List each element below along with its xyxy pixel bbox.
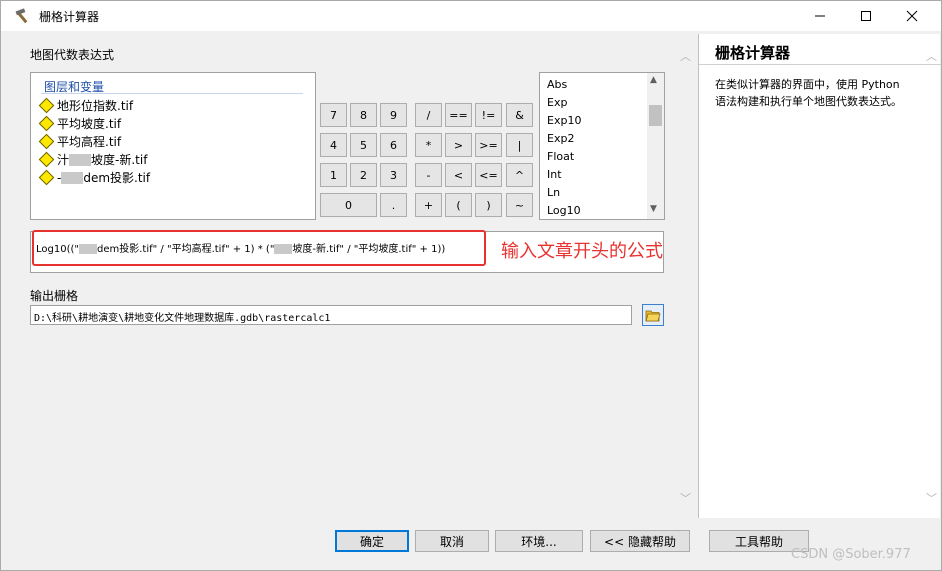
function-item[interactable]: Exp [547, 96, 567, 114]
key-1[interactable]: 1 [320, 163, 347, 187]
layer-item[interactable]: 地形位指数.tif [38, 97, 134, 114]
layer-label: dem投影.tif [83, 171, 151, 185]
key-less-equal[interactable]: <= [475, 163, 502, 187]
key-9[interactable]: 9 [380, 103, 407, 127]
layer-item[interactable]: 平均坡度.tif [38, 115, 122, 132]
redacted-text [274, 244, 293, 254]
redacted-text [61, 171, 84, 184]
key-and[interactable]: & [506, 103, 533, 127]
maximize-icon [861, 11, 871, 21]
raster-layer-icon [38, 151, 55, 168]
browse-button[interactable] [642, 304, 664, 326]
key-xor[interactable]: ^ [506, 163, 533, 187]
minimize-button[interactable] [797, 1, 843, 31]
redacted-text [69, 153, 92, 166]
parameters-panel: 地图代数表达式 图层和变量 地形位指数.tif 平均坡度.tif 平均高程.ti… [9, 34, 696, 518]
expression-text: Log10((" dem投影.tif" / "平均高程.tif" + 1) * (… [36, 240, 445, 255]
help-divider [699, 64, 941, 65]
function-item[interactable]: Exp10 [547, 114, 581, 132]
help-description: 在类似计算器的界面中，使用 Python 语法构建和执行单个地图代数表达式。 [715, 78, 902, 108]
layers-list[interactable]: 图层和变量 地形位指数.tif 平均坡度.tif 平均高程.tif 汁 坡度-新… [30, 72, 316, 220]
hide-help-button[interactable]: << 隐藏帮助 [590, 530, 690, 552]
raster-layer-icon [38, 169, 55, 186]
close-button[interactable] [889, 1, 935, 31]
key-not-equal[interactable]: != [475, 103, 502, 127]
help-title: 栅格计算器 [715, 44, 791, 62]
scrollbar-thumb[interactable] [649, 105, 662, 126]
layer-label: 平均高程.tif [57, 135, 122, 149]
watermark: CSDN @Sober.977 [791, 547, 911, 562]
layer-item[interactable]: 平均高程.tif [38, 133, 122, 150]
layer-label: 平均坡度.tif [57, 117, 122, 131]
close-icon [906, 10, 918, 22]
key-6[interactable]: 6 [380, 133, 407, 157]
scroll-down-icon[interactable]: ▼ [650, 204, 657, 214]
layer-item[interactable]: - dem投影.tif [38, 169, 151, 186]
layer-label-prefix: 汁 [57, 153, 70, 167]
expression-label: 地图代数表达式 [30, 48, 115, 62]
hammer-icon [15, 8, 28, 24]
output-raster-label: 输出栅格 [30, 289, 79, 303]
raster-calculator-window: 栅格计算器 地图代数表达式 图层和变量 地形位指数.tif 平均坡度.tif 平… [0, 0, 942, 571]
help-scrollbar[interactable]: ︿ ﹀ [921, 34, 939, 518]
annotation-text: 输入文章开头的公式 [501, 241, 663, 262]
layer-label: 地形位指数.tif [57, 99, 134, 113]
window-title: 栅格计算器 [39, 10, 100, 24]
cancel-button[interactable]: 取消 [415, 530, 489, 552]
key-plus[interactable]: + [415, 193, 442, 217]
key-equal[interactable]: == [445, 103, 472, 127]
raster-layer-icon [38, 133, 55, 150]
layers-divider [41, 93, 303, 94]
help-panel: 栅格计算器 在类似计算器的界面中，使用 Python 语法构建和执行单个地图代数… [698, 34, 941, 518]
scroll-down-icon[interactable]: ﹀ [680, 490, 691, 506]
key-close-paren[interactable]: ) [475, 193, 502, 217]
key-3[interactable]: 3 [380, 163, 407, 187]
ok-button[interactable]: 确定 [335, 530, 409, 552]
function-item[interactable]: Log10 [547, 204, 581, 222]
function-item[interactable]: Float [547, 150, 574, 168]
key-7[interactable]: 7 [320, 103, 347, 127]
function-item[interactable]: Ln [547, 186, 560, 204]
title-bar: 栅格计算器 [1, 1, 941, 31]
expression-part: 坡度-新.tif" / "平均坡度.tif" + 1)) [292, 244, 446, 255]
layer-item[interactable]: 汁 坡度-新.tif [38, 151, 148, 168]
function-list[interactable]: Abs Exp Exp10 Exp2 Float Int Ln Log10 ▲ … [539, 72, 665, 220]
key-divide[interactable]: / [415, 103, 442, 127]
expression-part: dem投影.tif" / "平均高程.tif" + 1) * (" [97, 244, 275, 255]
scroll-down-icon[interactable]: ﹀ [926, 490, 937, 506]
key-greater[interactable]: > [445, 133, 472, 157]
key-8[interactable]: 8 [350, 103, 377, 127]
environments-button[interactable]: 环境... [495, 530, 583, 552]
minimize-icon [815, 15, 825, 17]
layer-label: 坡度-新.tif [91, 153, 148, 167]
redacted-text [79, 244, 97, 254]
key-less[interactable]: < [445, 163, 472, 187]
raster-layer-icon [38, 97, 55, 114]
panel-scrollbar[interactable]: ︿ ﹀ [675, 34, 695, 518]
key-2[interactable]: 2 [350, 163, 377, 187]
function-item[interactable]: Exp2 [547, 132, 574, 150]
scroll-up-icon[interactable]: ︿ [926, 48, 937, 64]
maximize-button[interactable] [843, 1, 889, 31]
key-minus[interactable]: - [415, 163, 442, 187]
key-0[interactable]: 0 [320, 193, 377, 217]
expression-part: Log10((" [36, 244, 79, 255]
key-open-paren[interactable]: ( [445, 193, 472, 217]
key-multiply[interactable]: * [415, 133, 442, 157]
key-decimal[interactable]: . [380, 193, 407, 217]
key-5[interactable]: 5 [350, 133, 377, 157]
key-not[interactable]: ~ [506, 193, 533, 217]
key-4[interactable]: 4 [320, 133, 347, 157]
folder-open-icon [645, 310, 661, 322]
output-raster-field[interactable]: D:\科研\耕地演变\耕地变化文件地理数据库.gdb\rastercalc1 [30, 305, 632, 325]
raster-layer-icon [38, 115, 55, 132]
function-list-scrollbar[interactable]: ▲ ▼ [647, 73, 664, 219]
scroll-up-icon[interactable]: ︿ [680, 48, 691, 64]
function-item[interactable]: Int [547, 168, 562, 186]
scroll-up-icon[interactable]: ▲ [650, 75, 657, 85]
function-item[interactable]: Abs [547, 78, 567, 96]
key-greater-equal[interactable]: >= [475, 133, 502, 157]
key-or[interactable]: | [506, 133, 533, 157]
